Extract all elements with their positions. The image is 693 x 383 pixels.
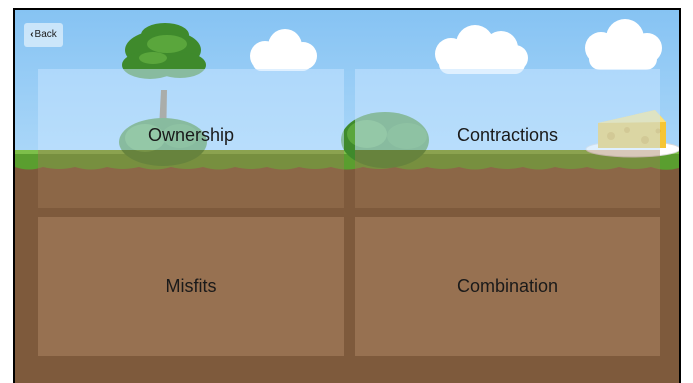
- tile-ownership-lower[interactable]: [38, 150, 344, 208]
- back-button-label: Back: [34, 29, 57, 40]
- tile-contractions-label: Contractions: [456, 125, 559, 145]
- device-frame: ‹Back Ownership Contractions Misfits Com…: [13, 8, 681, 383]
- tile-contractions[interactable]: Contractions: [355, 69, 660, 150]
- tile-ownership[interactable]: Ownership: [38, 69, 344, 150]
- back-button[interactable]: ‹Back: [24, 23, 63, 47]
- app-screen: ‹Back Ownership Contractions Misfits Com…: [15, 10, 679, 383]
- cloud-icon: [250, 29, 317, 71]
- tile-combination-label: Combination: [456, 276, 559, 296]
- cloud-icon: [435, 25, 528, 74]
- tile-contractions-lower[interactable]: [355, 150, 660, 208]
- cloud-icon: [585, 19, 662, 70]
- tile-combination[interactable]: Combination: [355, 217, 660, 356]
- chevron-left-icon: ‹: [30, 29, 34, 40]
- tile-misfits-label: Misfits: [165, 276, 217, 296]
- tile-ownership-label: Ownership: [147, 125, 235, 145]
- tile-misfits[interactable]: Misfits: [38, 217, 344, 356]
